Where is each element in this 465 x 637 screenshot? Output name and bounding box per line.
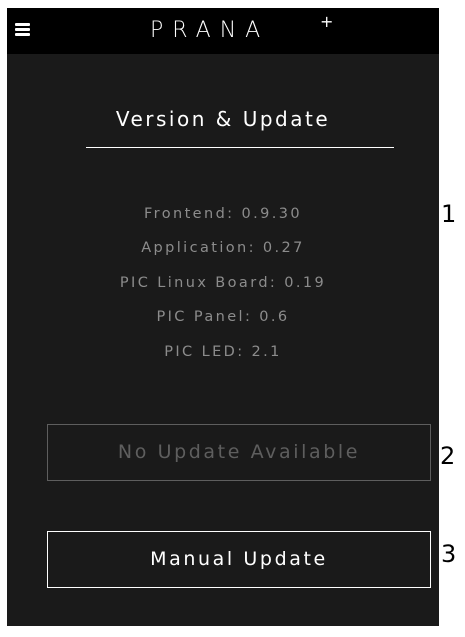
page-title: Version & Update xyxy=(115,107,331,131)
callout-2: 2 xyxy=(440,442,456,470)
callout-1: 1 xyxy=(441,200,457,228)
version-frontend: Frontend: 0.9.30 xyxy=(143,206,302,222)
manual-update-button[interactable]: Manual Update xyxy=(47,531,431,588)
top-bar: PRANA + xyxy=(7,8,439,54)
prana-logo: PRANA + xyxy=(150,12,334,46)
version-pic-linux-board: PIC Linux Board: 0.19 xyxy=(119,275,327,291)
app-screen: PRANA + Version & Update Frontend: 0.9.3… xyxy=(7,8,439,626)
callout-3: 3 xyxy=(441,540,457,568)
version-pic-panel: PIC Panel: 0.6 xyxy=(156,309,290,325)
hamburger-menu-icon[interactable] xyxy=(15,23,30,36)
no-update-available-button: No Update Available xyxy=(47,424,431,481)
title-divider xyxy=(86,147,394,148)
logo-plus: + xyxy=(320,12,334,31)
version-application: Application: 0.27 xyxy=(141,240,305,256)
logo-text: PRANA xyxy=(150,18,270,43)
version-pic-led: PIC LED: 2.1 xyxy=(164,344,282,360)
